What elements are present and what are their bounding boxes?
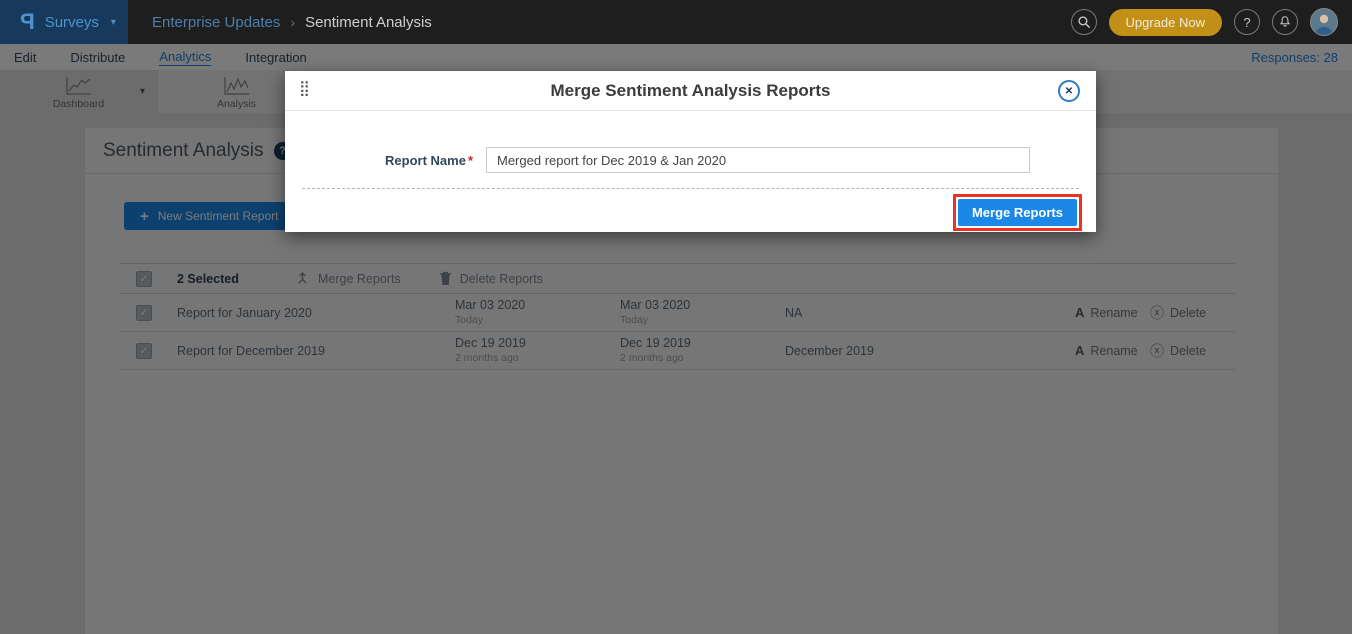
modal-divider	[302, 188, 1079, 189]
merge-reports-modal: ⣿ Merge Sentiment Analysis Reports ✕ Rep…	[285, 71, 1096, 232]
user-avatar[interactable]	[1310, 8, 1338, 36]
chevron-down-icon: ▾	[111, 17, 116, 28]
modal-header: ⣿ Merge Sentiment Analysis Reports ✕	[285, 71, 1096, 111]
header-actions: Upgrade Now ?	[1071, 8, 1352, 36]
questionpro-logo-icon: P	[20, 9, 35, 35]
modal-footer: Merge Reports	[285, 194, 1096, 231]
drag-handle-icon[interactable]: ⣿	[299, 79, 308, 97]
required-marker: *	[468, 153, 473, 168]
breadcrumb-parent[interactable]: Enterprise Updates	[152, 14, 280, 31]
modal-title: Merge Sentiment Analysis Reports	[551, 81, 831, 101]
product-name: Surveys	[45, 14, 99, 31]
breadcrumb-current: Sentiment Analysis	[305, 14, 432, 31]
breadcrumb-separator-icon: ›	[290, 14, 295, 30]
breadcrumb: Enterprise Updates › Sentiment Analysis	[152, 14, 432, 31]
product-switcher[interactable]: P Surveys ▾	[0, 0, 128, 44]
search-icon[interactable]	[1071, 9, 1097, 35]
top-header: P Surveys ▾ Enterprise Updates › Sentime…	[0, 0, 1352, 44]
notifications-bell-icon[interactable]	[1272, 9, 1298, 35]
highlight-annotation: Merge Reports	[953, 194, 1082, 231]
report-name-label: Report Name*	[285, 153, 473, 168]
merge-reports-button[interactable]: Merge Reports	[958, 199, 1077, 226]
help-icon[interactable]: ?	[1234, 9, 1260, 35]
modal-body: Report Name*	[285, 147, 1096, 173]
upgrade-now-button[interactable]: Upgrade Now	[1109, 9, 1223, 36]
app-window: P Surveys ▾ Enterprise Updates › Sentime…	[0, 0, 1352, 634]
modal-close-icon[interactable]: ✕	[1058, 80, 1080, 102]
report-name-input[interactable]	[486, 147, 1030, 173]
